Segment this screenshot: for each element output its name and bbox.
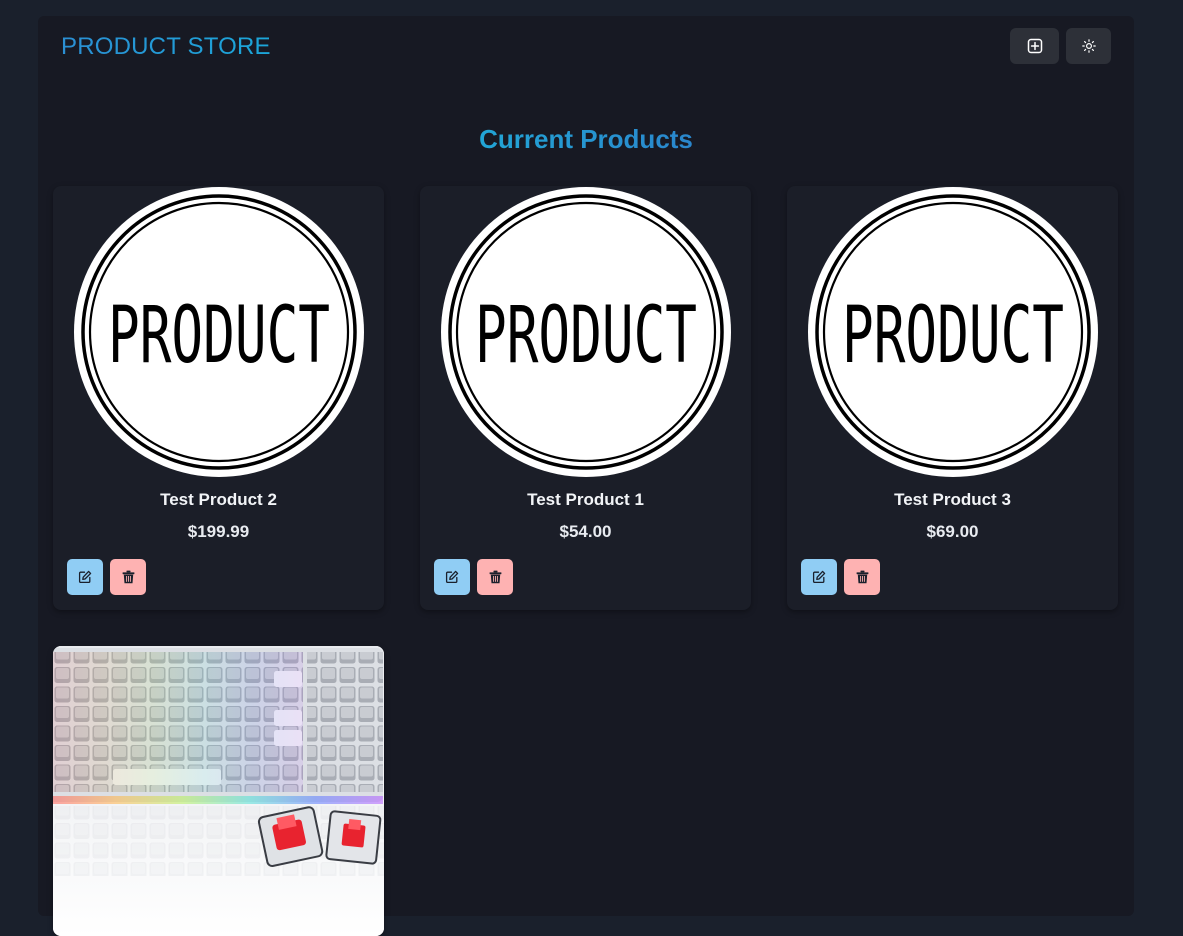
product-name: Test Product 1 xyxy=(527,490,644,509)
svg-text:PRODUCT: PRODUCT xyxy=(108,291,330,381)
plus-square-icon xyxy=(1027,38,1042,54)
edit-button[interactable] xyxy=(434,559,470,595)
product-image: PRODUCT xyxy=(420,186,751,478)
svg-text:PRODUCT: PRODUCT xyxy=(842,291,1064,381)
delete-button[interactable] xyxy=(110,559,146,595)
keyboard-product-image xyxy=(53,646,384,936)
product-card: PRODUCT Test Product 3 $69.00 xyxy=(787,186,1118,610)
delete-button[interactable] xyxy=(477,559,513,595)
product-logo-image: PRODUCT xyxy=(807,187,1098,477)
edit-button[interactable] xyxy=(67,559,103,595)
product-price: $199.99 xyxy=(187,522,250,541)
toggle-theme-button[interactable] xyxy=(1066,28,1111,64)
trash-icon xyxy=(489,570,501,584)
sun-icon xyxy=(1081,39,1096,53)
product-price: $69.00 xyxy=(926,522,979,541)
product-image: PRODUCT xyxy=(787,186,1118,478)
trash-icon xyxy=(122,570,134,584)
brand-title[interactable]: PRODUCT STORE xyxy=(61,33,271,61)
product-card xyxy=(53,646,384,936)
delete-button[interactable] xyxy=(844,559,880,595)
edit-icon xyxy=(78,570,92,584)
page-title: Current Products xyxy=(479,124,693,158)
product-name: Test Product 2 xyxy=(160,490,277,509)
product-image: PRODUCT xyxy=(53,186,384,478)
product-logo-image: PRODUCT xyxy=(73,187,364,477)
edit-icon xyxy=(445,570,459,584)
product-logo-image: PRODUCT xyxy=(440,187,731,477)
svg-text:PRODUCT: PRODUCT xyxy=(475,291,697,381)
edit-button[interactable] xyxy=(801,559,837,595)
navbar: PRODUCT STORE xyxy=(38,16,1134,78)
product-price: $54.00 xyxy=(559,522,612,541)
trash-icon xyxy=(856,570,868,584)
section-header: Current Products xyxy=(38,124,1134,158)
product-card: PRODUCT Test Product 2 $199.99 xyxy=(53,186,384,610)
product-card: PRODUCT Test Product 1 $54.00 xyxy=(420,186,751,610)
app-container: PRODUCT STORE Current Products PRODUCT T… xyxy=(38,16,1134,936)
create-product-button[interactable] xyxy=(1010,28,1059,64)
product-name: Test Product 3 xyxy=(894,490,1011,509)
edit-icon xyxy=(812,570,826,584)
